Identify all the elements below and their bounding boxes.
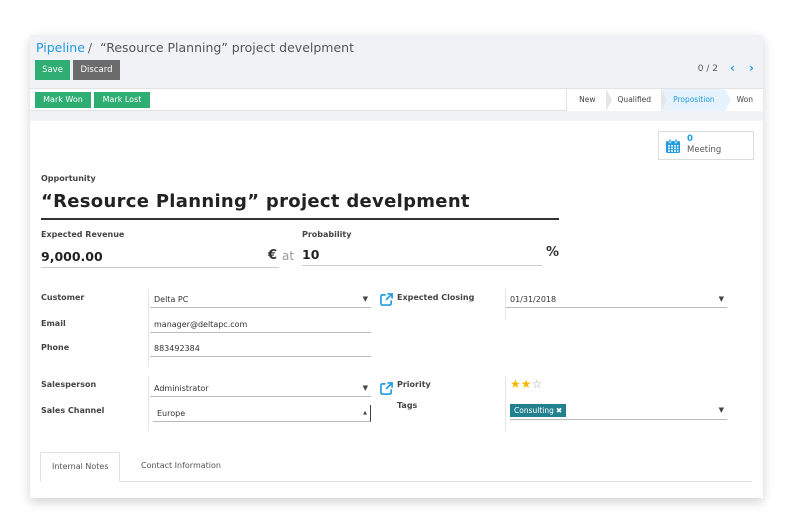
customer-select[interactable]: Delta PC ▼ xyxy=(150,291,371,308)
email-label: Email xyxy=(41,319,66,328)
salesperson-value: Administrator xyxy=(154,384,209,393)
opportunity-label: Opportunity xyxy=(41,174,96,183)
caret-down-icon: ▼ xyxy=(718,406,724,414)
meeting-label: Meeting xyxy=(687,145,722,155)
tags-label: Tags xyxy=(397,401,418,410)
phone-input[interactable]: 883492384 xyxy=(150,340,371,357)
external-link-icon[interactable] xyxy=(380,293,393,306)
pager-value: 0 / 2 xyxy=(697,64,718,74)
expected-revenue-label: Expected Revenue xyxy=(41,230,125,239)
form-sheet: 0 Meeting Opportunity “Resource Planning… xyxy=(30,121,763,498)
tab-contact-information[interactable]: Contact Information xyxy=(130,452,232,482)
priority-label: Priority xyxy=(397,380,431,389)
calendar-icon xyxy=(666,138,680,153)
customer-label: Customer xyxy=(41,293,85,302)
control-panel: Pipeline / “Resource Planning” project de… xyxy=(30,35,763,88)
column-divider xyxy=(148,289,149,367)
currency-symbol: € xyxy=(268,248,278,263)
meeting-count: 0 xyxy=(687,134,693,144)
email-input[interactable]: manager@deltapc.com xyxy=(150,316,371,333)
external-link-icon[interactable] xyxy=(380,382,393,395)
sales-channel-select[interactable]: Europe ▲ xyxy=(153,405,371,422)
stage-proposition[interactable]: Proposition xyxy=(661,89,731,111)
expected-closing-label: Expected Closing xyxy=(397,293,475,302)
sales-channel-label: Sales Channel xyxy=(41,406,105,415)
probability-label: Probability xyxy=(302,230,352,239)
expected-revenue-input[interactable]: 9,000.00 xyxy=(41,247,279,268)
mark-won-button[interactable]: Mark Won xyxy=(35,92,91,108)
close-icon[interactable]: ✖ xyxy=(556,406,562,415)
probability-input[interactable]: 10 xyxy=(302,245,542,266)
customer-value: Delta PC xyxy=(154,295,189,304)
column-divider xyxy=(148,376,149,431)
caret-down-icon: ▼ xyxy=(362,384,368,392)
stage-qualified[interactable]: Qualified xyxy=(605,89,667,111)
column-divider xyxy=(505,376,506,431)
opportunity-name-input[interactable]: “Resource Planning” project develpment xyxy=(41,187,559,220)
save-button[interactable]: Save xyxy=(35,60,70,80)
priority-stars: ★★☆ xyxy=(510,377,542,391)
star-icon[interactable]: ★ xyxy=(510,377,521,391)
tag-badge: Consulting ✖ xyxy=(510,404,567,417)
notebook-tabs: Internal Notes Contact Information xyxy=(40,452,752,482)
meeting-smart-button[interactable]: 0 Meeting xyxy=(658,131,754,160)
caret-down-icon: ▲ xyxy=(363,410,367,416)
breadcrumb-separator: / xyxy=(87,40,93,55)
phone-label: Phone xyxy=(41,343,70,352)
chevron-left-icon[interactable]: ‹ xyxy=(730,61,735,75)
stage-pipeline: New Qualified Proposition Won xyxy=(566,89,763,111)
breadcrumb: Pipeline / “Resource Planning” project de… xyxy=(36,40,354,55)
salesperson-label: Salesperson xyxy=(41,380,97,389)
form-window: Pipeline / “Resource Planning” project de… xyxy=(30,35,763,498)
caret-down-icon: ▼ xyxy=(718,295,724,303)
discard-button[interactable]: Discard xyxy=(73,60,120,80)
breadcrumb-pipeline-link[interactable]: Pipeline xyxy=(36,40,85,55)
sales-channel-value: Europe xyxy=(157,409,186,418)
at-label: at xyxy=(282,249,295,263)
star-icon[interactable]: ★ xyxy=(521,377,532,391)
tag-label: Consulting xyxy=(514,406,554,415)
chevron-right-icon[interactable]: › xyxy=(749,61,754,75)
caret-down-icon: ▼ xyxy=(362,295,368,303)
salesperson-select[interactable]: Administrator ▼ xyxy=(150,380,371,397)
status-bar: Mark Won Mark Lost New Qualified Proposi… xyxy=(30,88,763,111)
breadcrumb-current: “Resource Planning” project develpment xyxy=(100,40,354,55)
expected-closing-value: 01/31/2018 xyxy=(510,295,557,304)
tags-input[interactable]: Consulting ✖ ▼ xyxy=(510,402,727,420)
star-outline-icon[interactable]: ☆ xyxy=(532,377,543,391)
stage-new[interactable]: New xyxy=(567,89,612,111)
percent-symbol: % xyxy=(546,245,560,260)
tab-internal-notes[interactable]: Internal Notes xyxy=(40,452,121,482)
mark-lost-button[interactable]: Mark Lost xyxy=(94,92,150,108)
expected-closing-date-input[interactable]: 01/31/2018 ▼ xyxy=(506,291,727,308)
